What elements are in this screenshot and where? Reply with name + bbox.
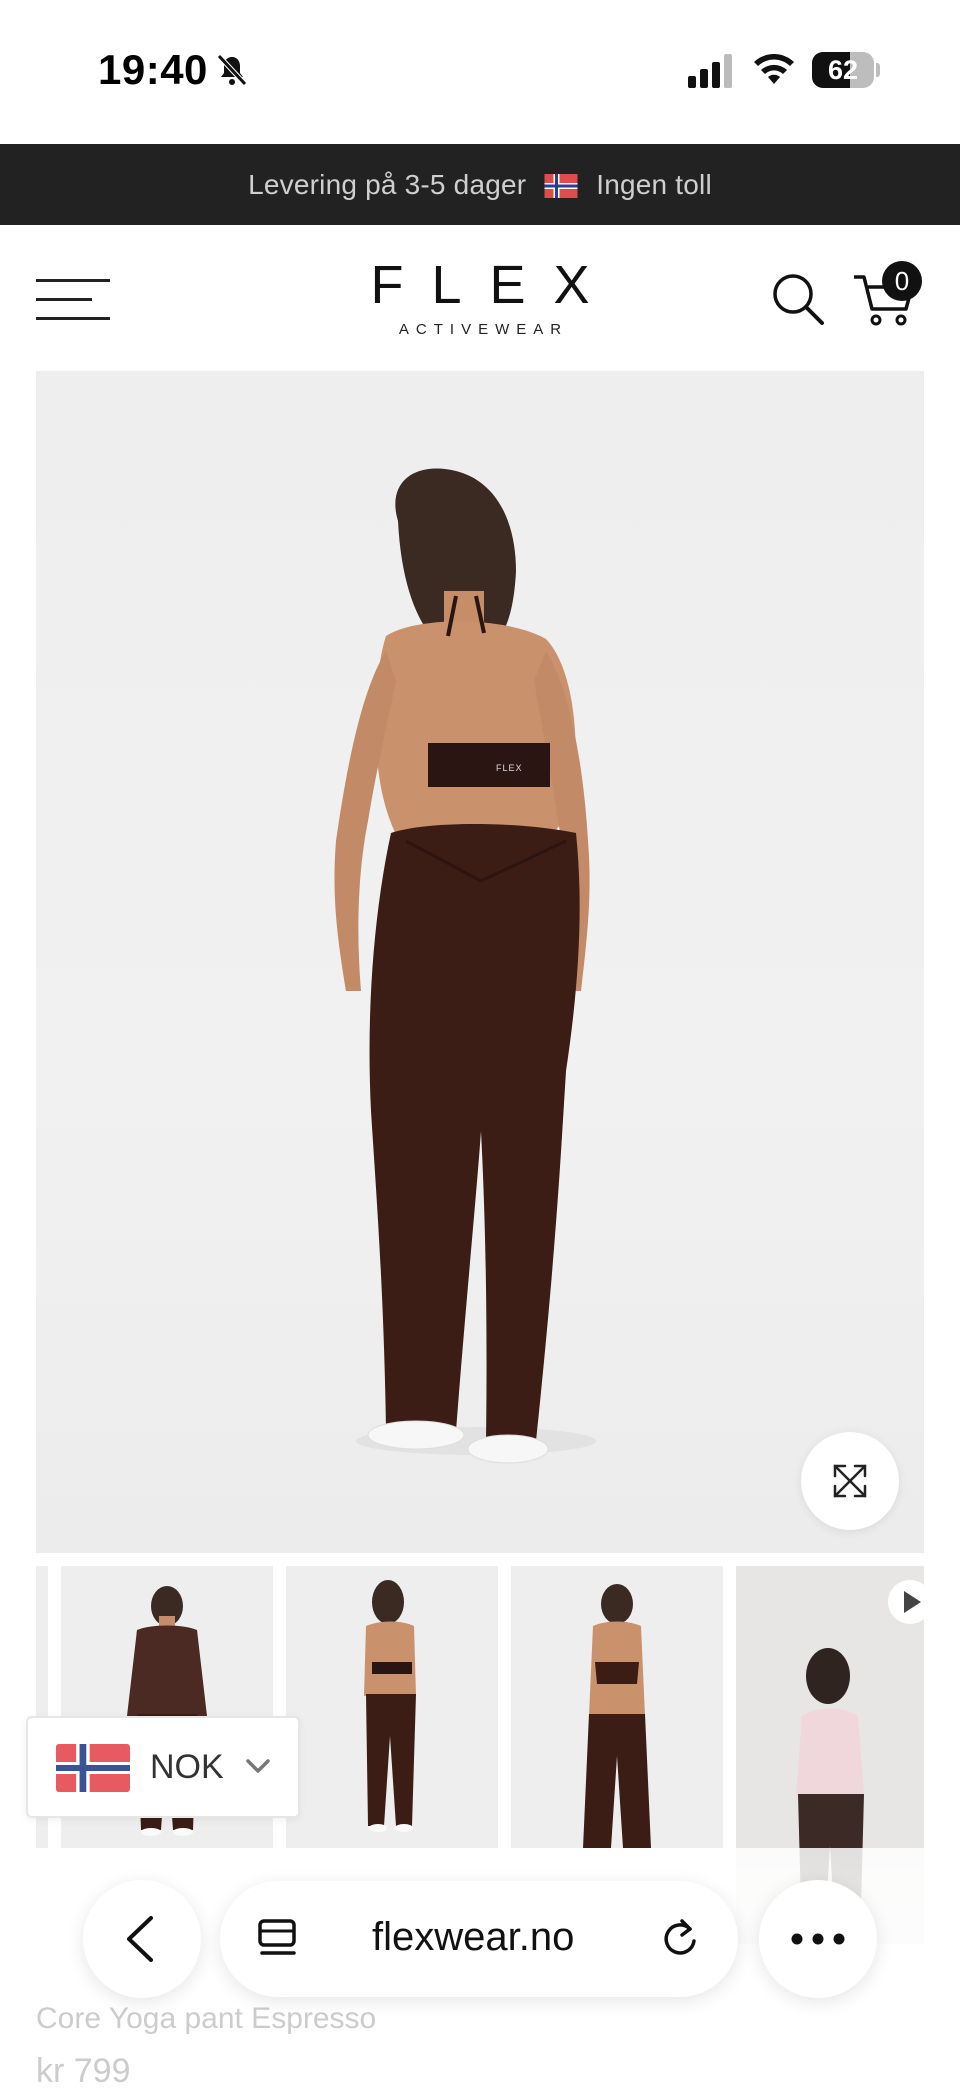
product-main-image[interactable]: FLEX <box>36 371 924 1553</box>
norway-flag-icon <box>544 174 578 199</box>
announcement-bar: Levering på 3-5 dager Ingen toll <box>0 144 960 225</box>
url-text: flexwear.no <box>372 1915 575 1959</box>
thumbnail-front-halter[interactable] <box>511 1566 723 1848</box>
site-header: FLEX ACTIVEWEAR 0 <box>0 225 960 371</box>
thumbnail-image <box>364 1580 416 1832</box>
reload-icon[interactable] <box>656 1915 704 1963</box>
announcement-text-delivery: Levering på 3-5 dager <box>248 168 527 200</box>
logo-subtitle: ACTIVEWEAR <box>398 321 569 338</box>
more-dots-icon <box>791 1933 845 1945</box>
chevron-left-icon <box>127 1916 153 1962</box>
status-time: 19:40 <box>98 46 208 93</box>
browser-more-button[interactable] <box>759 1880 877 1998</box>
cart-count-badge: 0 <box>882 261 922 301</box>
model-back-view-illustration: FLEX <box>334 468 596 1464</box>
status-bar: 19:40 62 <box>0 0 960 144</box>
announcement-text-toll: Ingen toll <box>596 168 712 200</box>
bell-muted-icon <box>217 54 247 86</box>
expand-arrows-icon <box>833 1464 867 1498</box>
browser-address-bar[interactable]: flexwear.no <box>220 1881 738 1997</box>
logo-wordmark: FLEX <box>370 255 618 315</box>
thumbnail-back-halter[interactable] <box>286 1566 498 1848</box>
thumbnail-image <box>583 1584 651 1848</box>
expand-image-button[interactable] <box>801 1432 899 1530</box>
search-icon[interactable] <box>770 271 826 327</box>
cellular-signal-icon <box>688 54 732 88</box>
norway-flag-icon <box>56 1744 130 1792</box>
hamburger-menu-icon[interactable] <box>36 277 112 323</box>
svg-text:FLEX: FLEX <box>496 763 523 773</box>
currency-selector[interactable]: NOK <box>26 1716 300 1818</box>
chevron-down-icon <box>246 1759 270 1773</box>
currency-code: NOK <box>150 1748 224 1786</box>
battery-icon: 62 <box>812 52 880 88</box>
tabs-icon <box>258 1919 296 1955</box>
browser-back-button[interactable] <box>83 1880 201 1998</box>
play-video-button[interactable] <box>888 1580 932 1624</box>
brand-logo[interactable]: FLEX ACTIVEWEAR <box>330 255 630 338</box>
battery-percent: 62 <box>827 55 859 85</box>
play-icon <box>904 1591 921 1613</box>
wifi-icon <box>754 54 794 84</box>
product-price: kr 799 <box>36 2052 131 2090</box>
product-title: Core Yoga pant Espresso <box>36 2002 377 2035</box>
